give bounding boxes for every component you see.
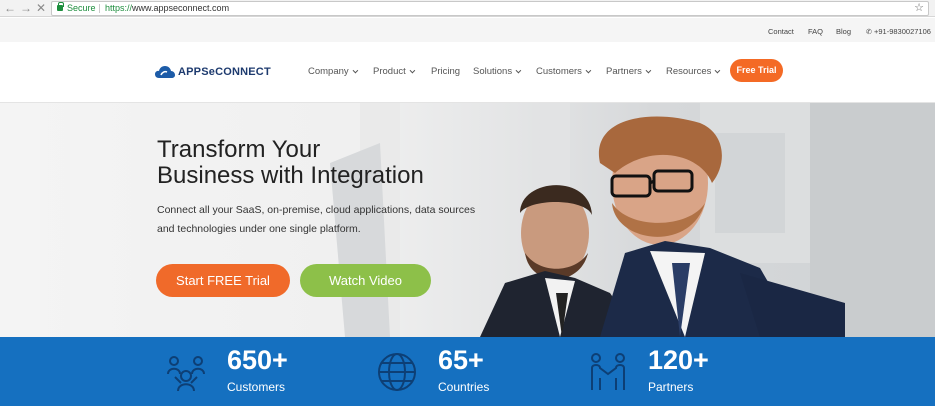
close-icon[interactable]: ✕	[34, 1, 48, 15]
url-host: www.appseconnect.com	[132, 3, 230, 13]
brand-logo[interactable]: APPSeCONNECT	[155, 62, 271, 82]
nav-label: Partners	[606, 66, 642, 77]
logo-text: APPSeCONNECT	[178, 66, 271, 78]
nav-label: Company	[308, 66, 349, 77]
blog-link[interactable]: Blog	[836, 27, 851, 36]
utility-bar: Contact FAQ Blog ✆ +91-9830027106	[0, 18, 935, 42]
nav-label: Pricing	[431, 66, 461, 77]
phone-number: +91-9830027106	[874, 27, 931, 36]
hero-subtitle: Connect all your SaaS, on-premise, cloud…	[157, 204, 476, 235]
chevron-down-icon	[585, 67, 592, 74]
star-icon[interactable]: ☆	[914, 2, 924, 15]
contact-link[interactable]: Contact	[768, 27, 794, 36]
stats-bar: 650+ Customers 65+ Countries 120+ Partne…	[0, 337, 935, 406]
nav-company[interactable]: Company	[308, 66, 358, 77]
hero-title-line2: Business with Integration	[157, 162, 424, 189]
people-icon	[167, 356, 205, 392]
chevron-down-icon	[409, 67, 415, 74]
url-text[interactable]: https://www.appseconnect.com	[105, 2, 229, 15]
globe-icon	[378, 353, 416, 391]
nav-label: Product	[373, 66, 406, 77]
handshake-icon	[591, 353, 625, 390]
chevron-down-icon	[715, 67, 721, 74]
nav-partners[interactable]: Partners	[606, 66, 652, 77]
nav-solutions[interactable]: Solutions	[473, 66, 522, 77]
nav-label: Solutions	[473, 66, 513, 77]
start-free-trial-button[interactable]: Start FREE Trial	[156, 264, 290, 297]
forward-arrow-icon[interactable]: →	[19, 1, 33, 15]
customers-label: Customers	[227, 380, 286, 394]
nav-label: Resources	[666, 66, 712, 77]
nav-customers[interactable]: Customers	[536, 66, 592, 77]
hero-title: Transform Your Business with Integration	[157, 137, 497, 189]
address-divider	[99, 4, 100, 13]
cloud-icon	[155, 66, 175, 78]
secure-label: Secure	[67, 3, 96, 13]
customers-count: 650+	[227, 345, 288, 375]
chevron-down-icon	[515, 67, 522, 74]
back-arrow-icon[interactable]: ←	[3, 1, 17, 15]
nav-pricing[interactable]: Pricing	[431, 66, 460, 77]
partners-count: 120+	[648, 345, 709, 375]
chevron-down-icon	[645, 67, 652, 74]
nav-product[interactable]: Product	[373, 66, 415, 77]
faq-link[interactable]: FAQ	[808, 27, 823, 36]
nav-label: Customers	[536, 66, 582, 77]
address-bar[interactable]: Secure https://www.appseconnect.com ☆	[51, 1, 929, 16]
nav-resources[interactable]: Resources	[666, 66, 721, 77]
countries-label: Countries	[438, 380, 490, 394]
phone-icon: ✆	[866, 29, 872, 36]
site-header: APPSeCONNECT Company Product Pricing Sol…	[0, 42, 935, 103]
chevron-down-icon	[352, 67, 358, 74]
lock-icon	[57, 2, 64, 11]
hero-title-line1: Transform Your	[157, 136, 321, 163]
phone-link[interactable]: ✆ +91-9830027106	[866, 27, 931, 36]
watch-video-button[interactable]: Watch Video	[300, 264, 431, 297]
url-protocol: https://	[105, 3, 133, 13]
partners-label: Partners	[648, 380, 694, 394]
countries-count: 65+	[438, 345, 484, 375]
browser-toolbar: ← → ✕ Secure https://www.appseconnect.co…	[0, 0, 935, 17]
free-trial-button[interactable]: Free Trial	[730, 59, 783, 82]
